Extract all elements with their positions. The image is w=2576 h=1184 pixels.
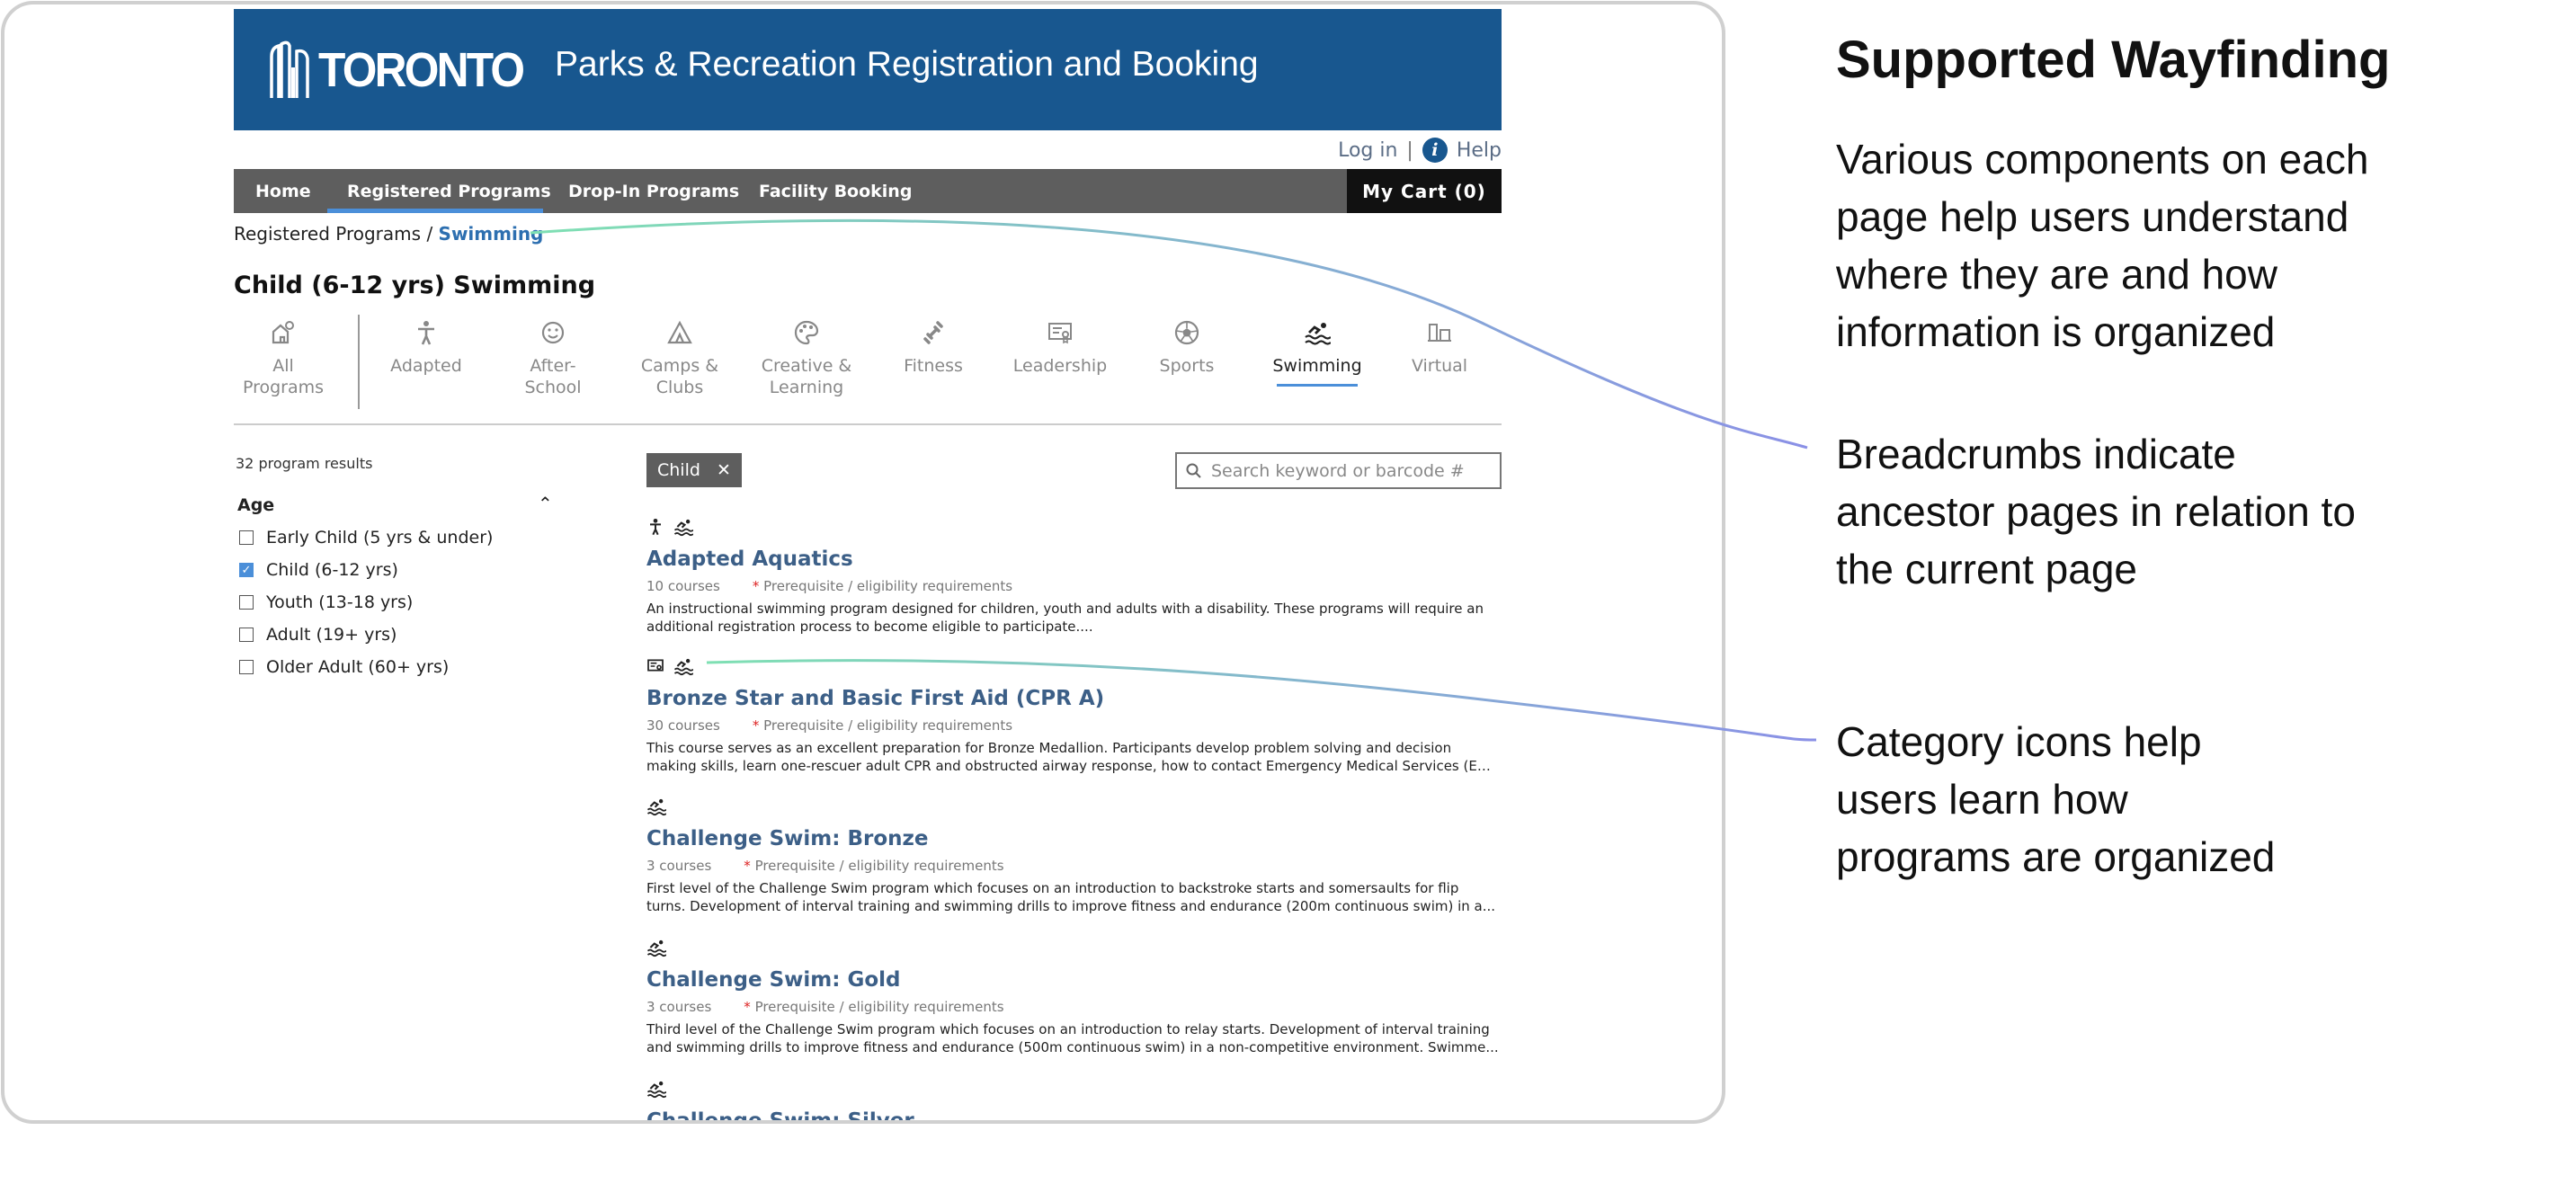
annotation-category-icons: Category icons help users learn how prog… — [1836, 718, 2276, 880]
annotation-title: Supported Wayfinding — [1836, 31, 2391, 89]
icons-connector-line — [706, 659, 1817, 742]
annotation-intro: Various components on each page help use… — [1836, 136, 2369, 355]
annotation-breadcrumbs: Breadcrumbs indicate ancestor pages in r… — [1836, 431, 2356, 592]
breadcrumb-connector-line — [530, 218, 1808, 450]
